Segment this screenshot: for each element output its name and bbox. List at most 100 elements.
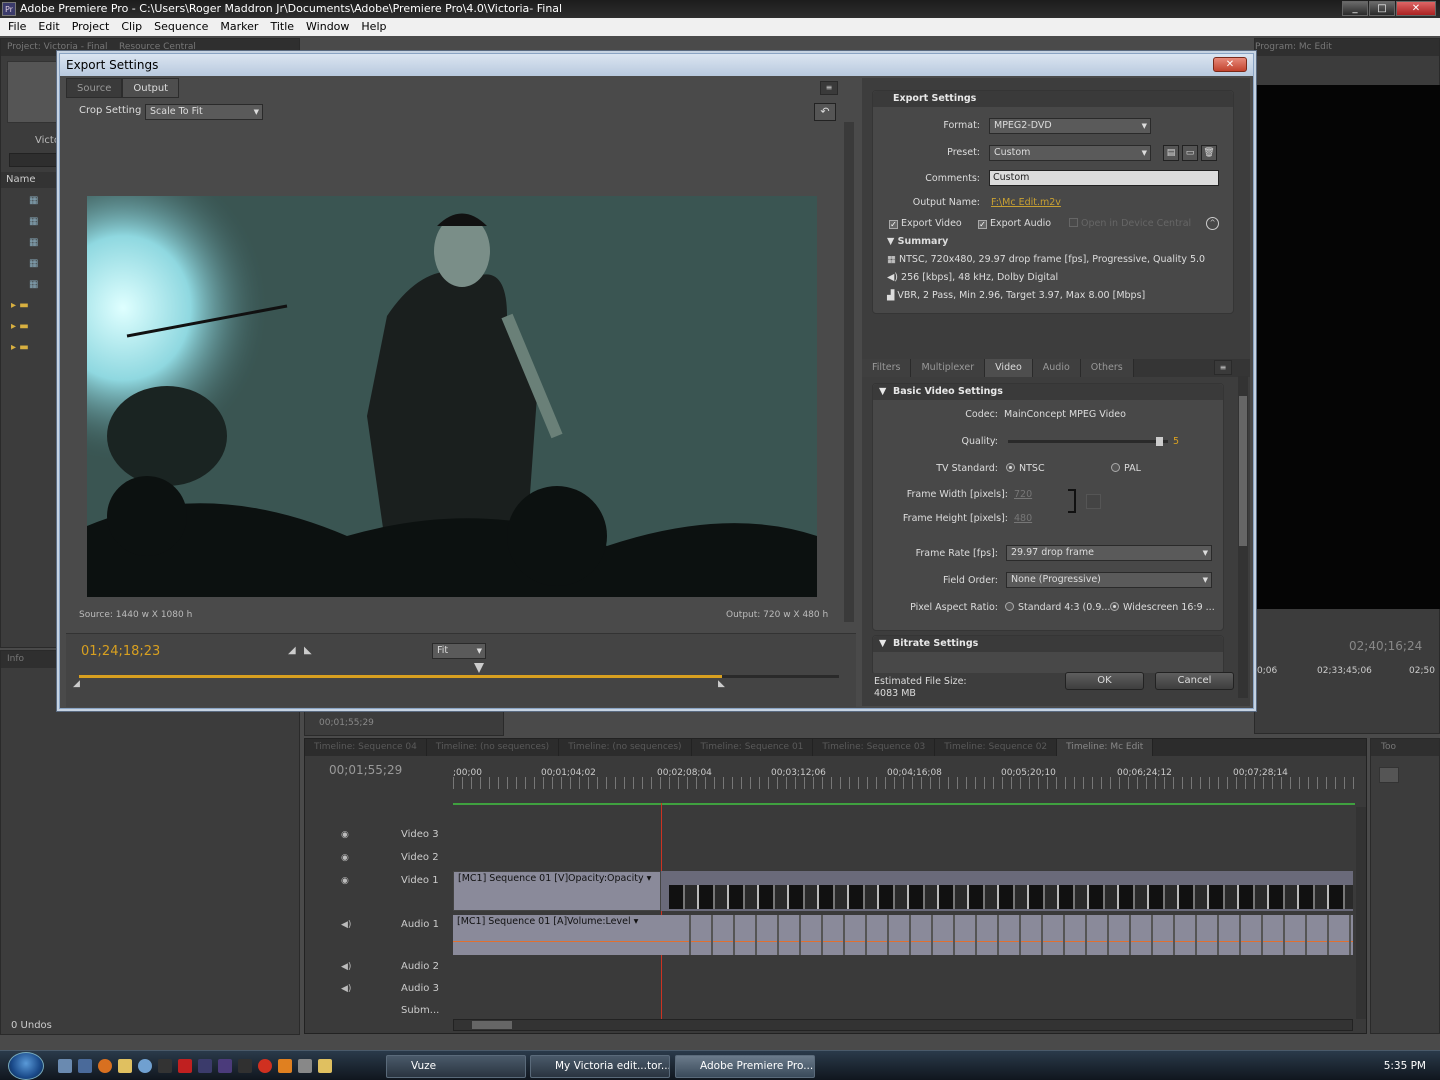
tab-timeline-no-sequences[interactable]: Timeline: (no sequences) <box>559 739 692 756</box>
taskbar-firefox-window[interactable]: My Victoria edit...tor... <box>530 1055 670 1078</box>
minimize-button[interactable]: _ <box>1342 1 1368 16</box>
menu-help[interactable]: Help <box>355 18 392 36</box>
crop-undo-icon[interactable]: ↶ <box>814 103 836 121</box>
folder-icon[interactable] <box>318 1059 332 1073</box>
frame-width-value[interactable]: 720 <box>1014 489 1032 500</box>
firefox-icon[interactable] <box>98 1059 112 1073</box>
tab-resource-central[interactable]: Resource Central <box>119 42 196 52</box>
list-item[interactable]: ▦ <box>1 253 59 274</box>
pal-radio[interactable]: PAL <box>1111 463 1141 474</box>
crop-setting-select[interactable]: Scale To Fit <box>145 104 263 120</box>
track-label-video-2[interactable]: Video 2 <box>335 848 451 868</box>
open-device-central-checkbox[interactable]: Open in Device Central <box>1069 218 1191 229</box>
explorer-icon[interactable] <box>118 1059 132 1073</box>
preview-v-scrollbar[interactable] <box>844 122 854 622</box>
v1-first-clip[interactable]: [MC1] Sequence 01 [V] Opacity:Opacity ▾ <box>453 871 661 911</box>
ntsc-radio[interactable]: NTSC <box>1006 463 1045 474</box>
constrain-proportions-icon[interactable] <box>1086 494 1101 509</box>
menu-project[interactable]: Project <box>66 18 116 36</box>
messenger-icon[interactable] <box>138 1059 152 1073</box>
folder-item[interactable]: ▸ ▬ <box>1 316 59 337</box>
v1-clip-strip[interactable] <box>669 885 1353 909</box>
export-audio-checkbox[interactable]: ✓ Export Audio <box>978 218 1051 229</box>
out-point-marker[interactable]: ◣ <box>718 679 725 689</box>
folder-item[interactable]: ▸ ▬ <box>1 295 59 316</box>
tab-project[interactable]: Project: Victoria - Final <box>7 42 108 52</box>
timeline-v-scrollbar[interactable] <box>1356 807 1366 1019</box>
tab-timeline-sequence-01[interactable]: Timeline: Sequence 01 <box>692 739 814 756</box>
timeline-h-scrollbar[interactable] <box>453 1019 1353 1031</box>
chrome-icon[interactable] <box>258 1059 272 1073</box>
program-ruler[interactable]: 0;06 02;33;45;06 02;50 <box>1255 663 1440 681</box>
audio-1-clips[interactable]: [MC1] Sequence 01 [A] Volume:Level ▾ <box>453 915 1353 955</box>
list-item[interactable]: ▦ <box>1 211 59 232</box>
comments-field[interactable]: Custom <box>989 170 1219 186</box>
taskbar-premiere[interactable]: Adobe Premiere Pro... <box>675 1055 815 1078</box>
v1-clip-effect[interactable]: Opacity:Opacity ▾ <box>568 873 651 884</box>
tab-program[interactable]: Program: Mc Edit <box>1255 42 1332 52</box>
quality-slider[interactable] <box>1008 437 1168 446</box>
menu-file[interactable]: File <box>2 18 32 36</box>
menu-sequence[interactable]: Sequence <box>148 18 214 36</box>
name-column-header[interactable]: Name <box>1 172 59 188</box>
switch-windows-icon[interactable] <box>78 1059 92 1073</box>
zoom-fit-select[interactable]: Fit <box>432 643 486 659</box>
premiere-icon[interactable] <box>198 1059 212 1073</box>
encore-icon[interactable] <box>238 1059 252 1073</box>
dialog-close-button[interactable]: ✕ <box>1213 57 1247 72</box>
field-order-select[interactable]: None (Progressive) <box>1006 572 1212 588</box>
tab-info[interactable]: Info <box>7 654 24 664</box>
steam-icon[interactable] <box>158 1059 172 1073</box>
import-preset-icon[interactable]: ▭ <box>1182 145 1198 161</box>
folder-item[interactable]: ▸ ▬ <box>1 337 59 358</box>
menu-edit[interactable]: Edit <box>32 18 65 36</box>
tab-timeline-no-sequences[interactable]: Timeline: (no sequences) <box>427 739 560 756</box>
ok-button[interactable]: OK <box>1065 672 1144 690</box>
tab-timeline-mc-edit[interactable]: Timeline: Mc Edit <box>1057 739 1154 756</box>
maximize-button[interactable]: □ <box>1369 1 1395 16</box>
tab-source[interactable]: Source <box>66 78 123 98</box>
bitrate-header[interactable]: ▼ Bitrate Settings <box>873 636 1223 652</box>
panel-menu-icon[interactable]: ≡ <box>820 81 838 95</box>
track-label-video-3[interactable]: Video 3 <box>335 825 451 845</box>
delete-preset-icon[interactable]: 🗑 <box>1201 145 1217 161</box>
acrobat-icon[interactable] <box>178 1059 192 1073</box>
track-label-submix[interactable]: Subm... <box>335 1001 451 1021</box>
track-label-video-1[interactable]: Video 1 <box>335 871 451 891</box>
tools-tab[interactable]: Too <box>1371 739 1439 756</box>
track-label-audio-3[interactable]: Audio 3 <box>335 979 451 999</box>
work-area-range[interactable] <box>79 675 722 678</box>
tab-others[interactable]: Others <box>1080 359 1134 377</box>
widescreen-aspect-radio[interactable]: Widescreen 16:9 ... <box>1110 602 1215 613</box>
menu-marker[interactable]: Marker <box>214 18 264 36</box>
close-window-button[interactable]: ✕ <box>1396 1 1436 16</box>
format-select[interactable]: MPEG2-DVD <box>989 118 1151 134</box>
tab-output[interactable]: Output <box>122 78 180 98</box>
standard-aspect-radio[interactable]: Standard 4:3 (0.9... <box>1005 602 1110 613</box>
set-in-point-icon[interactable]: ◢ <box>288 645 296 656</box>
list-item[interactable]: ▦ <box>1 232 59 253</box>
set-out-point-icon[interactable]: ◣ <box>304 645 312 656</box>
vlc-icon[interactable] <box>278 1059 292 1073</box>
output-name-link[interactable]: F:\Mc Edit.m2v <box>991 197 1061 208</box>
tab-timeline-sequence-04[interactable]: Timeline: Sequence 04 <box>305 739 427 756</box>
start-button[interactable] <box>8 1052 44 1080</box>
work-area-bar[interactable] <box>453 803 1355 805</box>
frame-height-value[interactable]: 480 <box>1014 513 1032 524</box>
project-search-field[interactable] <box>9 153 59 167</box>
in-point-marker[interactable]: ◢ <box>73 679 80 689</box>
quality-slider-handle[interactable] <box>1156 437 1164 446</box>
a1-clip-effect[interactable]: Volume:Level ▾ <box>567 916 638 927</box>
cancel-button[interactable]: Cancel <box>1155 672 1234 690</box>
selection-tool-icon[interactable] <box>1379 767 1399 783</box>
quality-value[interactable]: 5 <box>1173 436 1179 447</box>
settings-v-scrollbar[interactable] <box>1238 376 1248 698</box>
taskbar-vuze[interactable]: Vuze <box>386 1055 526 1078</box>
track-label-audio-1[interactable]: Audio 1 <box>335 915 451 935</box>
frame-rate-select[interactable]: 29.97 drop frame <box>1006 545 1212 561</box>
menu-title[interactable]: Title <box>264 18 300 36</box>
scroll-thumb[interactable] <box>1239 396 1247 546</box>
tab-multiplexer[interactable]: Multiplexer <box>911 359 986 377</box>
tab-audio[interactable]: Audio <box>1032 359 1081 377</box>
clock[interactable]: 5:35 PM <box>1384 1060 1426 1072</box>
